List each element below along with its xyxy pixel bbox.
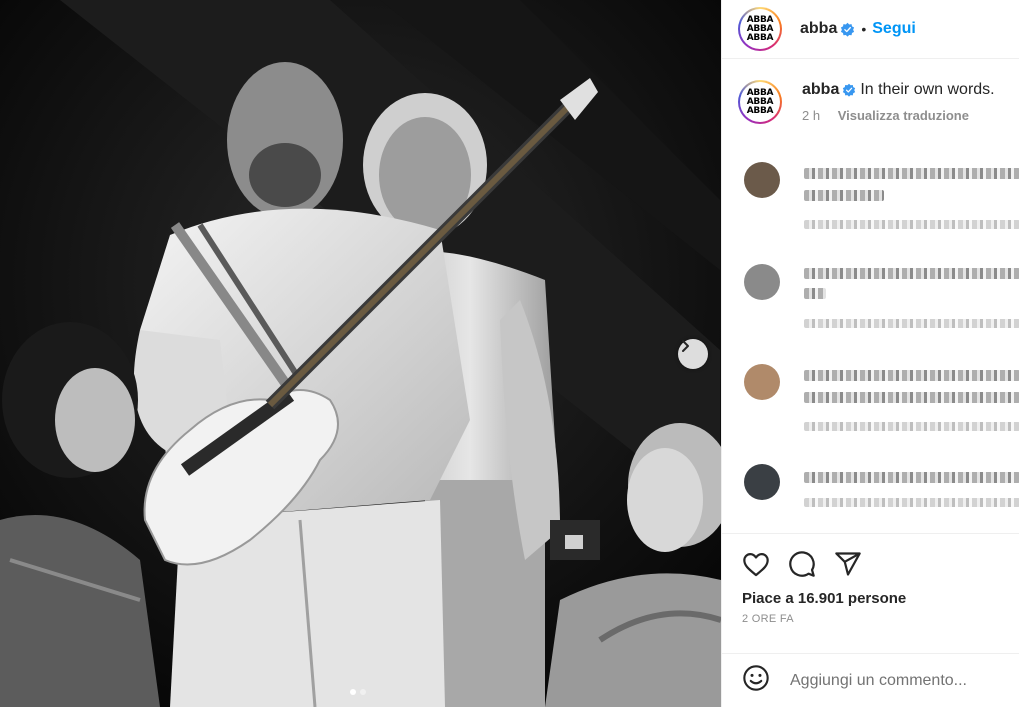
verified-badge-icon (841, 22, 855, 37)
post-actions: Piace a 16.901 persone 2 ORE FA (722, 533, 1019, 653)
see-translation-link[interactable]: Visualizza traduzione (838, 108, 969, 123)
post-photo[interactable] (0, 0, 721, 707)
header-username[interactable]: abba (800, 20, 837, 38)
comment-text-blurred (804, 392, 1019, 403)
emoji-button[interactable] (742, 664, 770, 697)
caption-time[interactable]: 2 h (802, 108, 820, 123)
comment-item (738, 464, 1019, 534)
add-comment-bar (722, 653, 1019, 707)
carousel-dot-2 (360, 689, 366, 695)
concert-photo (0, 0, 721, 707)
post-sidebar: ABBA ABBA ABBA abba • Segui ABBA ABBA AB… (721, 0, 1019, 707)
comment-avatar[interactable] (744, 464, 780, 500)
post-time[interactable]: 2 ORE FA (742, 613, 1019, 625)
comment-text-blurred (804, 288, 826, 299)
share-button[interactable] (834, 550, 862, 578)
heart-icon (743, 552, 769, 577)
carousel-dot-1 (350, 689, 356, 695)
comment-item (738, 264, 1019, 334)
comment-meta-blurred (804, 498, 1019, 507)
likes-count[interactable]: Piace a 16.901 persone (742, 590, 1019, 607)
carousel-next-button[interactable] (678, 339, 708, 369)
like-button[interactable] (742, 551, 770, 577)
comment-meta-blurred (804, 220, 1019, 229)
verified-badge-icon (843, 83, 856, 97)
profile-avatar[interactable]: ABBA ABBA ABBA (738, 7, 782, 51)
comment-avatar[interactable] (744, 162, 780, 198)
comment-avatar[interactable] (744, 364, 780, 400)
comment-meta-blurred (804, 422, 1019, 431)
header-separator: • (861, 21, 867, 37)
comment-text-blurred (804, 472, 1019, 483)
comment-item (738, 162, 1019, 232)
comment-text-blurred (804, 268, 1019, 279)
caption-text: In their own words. (860, 81, 995, 98)
comment-text-blurred (804, 190, 884, 201)
chevron-right-icon (682, 340, 689, 352)
post-header: ABBA ABBA ABBA abba • Segui (722, 0, 1019, 59)
comment-input[interactable] (790, 671, 1010, 690)
comment-avatar[interactable] (744, 264, 780, 300)
share-icon (835, 552, 861, 576)
comment-text-blurred (804, 168, 1019, 179)
comment-text-blurred (804, 370, 1019, 381)
follow-button[interactable]: Segui (872, 20, 916, 38)
caption-avatar[interactable]: ABBA ABBA ABBA (738, 80, 782, 124)
comment-meta-blurred (804, 319, 1019, 328)
abba-logo: ABBA ABBA ABBA (742, 84, 778, 120)
caption-username[interactable]: abba (802, 81, 839, 98)
comment-item (738, 364, 1019, 434)
carousel-indicator (350, 689, 366, 695)
emoji-icon (743, 665, 769, 691)
comment-icon (789, 551, 815, 577)
abba-logo: ABBA ABBA ABBA (742, 11, 778, 47)
comment-button[interactable] (788, 550, 816, 578)
caption: ABBA ABBA ABBA abba In their own words. … (738, 80, 1008, 124)
